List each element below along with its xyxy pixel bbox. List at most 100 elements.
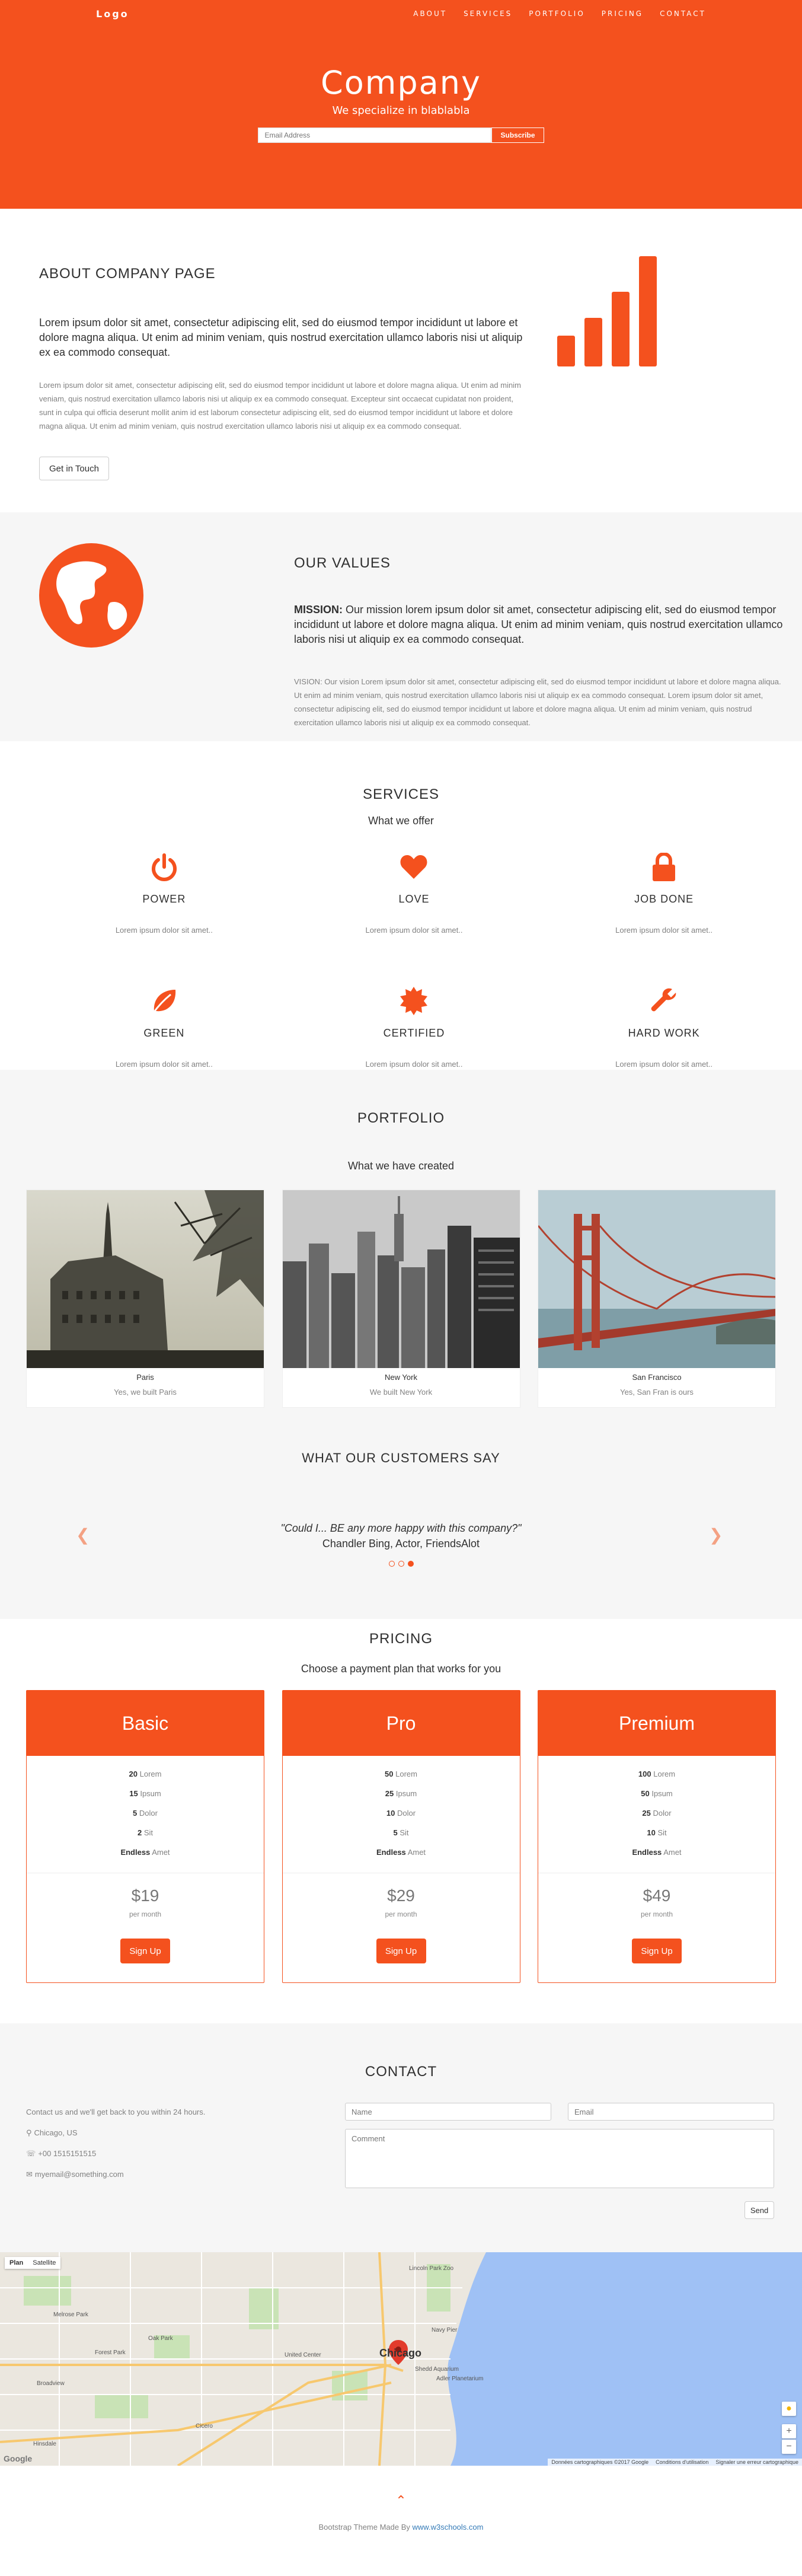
google-map[interactable]: Plan Satellite Chicago Lincoln Park Zoo … (0, 2252, 802, 2466)
plan-feature: Endless Amet (632, 1848, 682, 1857)
services-grid: POWER Lorem ipsum dolor sit amet.. LOVE … (39, 852, 789, 1069)
pricing-card-pro: Pro 50 Lorem 25 Ipsum 10 Dolor 5 Sit End… (282, 1690, 520, 1983)
get-in-touch-button[interactable]: Get in Touch (39, 457, 109, 480)
certificate-icon (400, 987, 428, 1015)
nav-link-pricing[interactable]: PRICING (602, 9, 643, 18)
carousel-indicators (0, 1561, 802, 1567)
map-terms-link[interactable]: Conditions d'utilisation (656, 2459, 708, 2465)
paris-image (27, 1190, 264, 1368)
plan-features: 20 Lorem 15 Ipsum 5 Dolor 2 Sit Endless … (27, 1756, 264, 1862)
map-tab-plan[interactable]: Plan (5, 2257, 28, 2269)
portfolio-item[interactable]: San Francisco Yes, San Fran is ours (538, 1190, 776, 1408)
hero: Company We specialize in blablabla Subsc… (0, 0, 802, 209)
logo-link[interactable]: Logo (96, 8, 129, 20)
contact-heading: CONTACT (365, 2064, 437, 2080)
pricing-subheading: Choose a payment plan that works for you (301, 1663, 501, 1675)
envelope-icon: ✉ (26, 2169, 33, 2179)
contact-intro: Contact us and we'll get back to you wit… (26, 2108, 206, 2116)
navbar: Logo ABOUT SERVICES PORTFOLIO PRICING CO… (0, 0, 802, 27)
carousel-dot-active[interactable] (407, 1561, 414, 1567)
leaf-icon (152, 990, 175, 1014)
contact-phone: ☏ +00 1515151515 (26, 2148, 97, 2159)
footer-link[interactable]: www.w3schools.com (413, 2523, 484, 2532)
send-button[interactable]: Send (745, 2201, 774, 2219)
vision-body: Our vision Lorem ipsum dolor sit amet, c… (294, 677, 781, 727)
pricing-section: PRICING Choose a payment plan that works… (0, 1619, 802, 2023)
portfolio-item[interactable]: Paris Yes, we built Paris (26, 1190, 264, 1408)
lock-icon (653, 853, 676, 881)
portfolio-item[interactable]: New York We built New York (282, 1190, 520, 1408)
service-desc: Lorem ipsum dolor sit amet.. (115, 1060, 213, 1069)
portfolio-section: PORTFOLIO What we have created Paris Yes… (0, 1070, 802, 1619)
services-heading: SERVICES (363, 786, 439, 802)
plan-feature: 25 Ipsum (385, 1789, 417, 1798)
service-desc: Lorem ipsum dolor sit amet.. (365, 1060, 463, 1069)
plan-feature: 20 Lorem (129, 1770, 162, 1778)
map-report-link[interactable]: Signaler une erreur cartographique (715, 2459, 798, 2465)
zoom-out-button[interactable]: − (782, 2440, 796, 2454)
carousel-dot[interactable] (398, 1561, 404, 1567)
subscribe-form: Subscribe (0, 127, 802, 143)
plan-feature: 15 Ipsum (129, 1789, 161, 1798)
about-section: ABOUT COMPANY PAGE Lorem ipsum dolor sit… (13, 209, 789, 512)
portfolio-subheading: What we have created (347, 1160, 455, 1172)
services-subheading: What we offer (368, 815, 434, 827)
map-place-label: Broadview (37, 2380, 65, 2387)
testimonial-heading: WHAT OUR CUSTOMERS SAY (302, 1450, 500, 1465)
portfolio-heading: PORTFOLIO (357, 1110, 445, 1126)
portfolio-title: San Francisco (632, 1373, 682, 1382)
service-title: LOVE (398, 893, 430, 905)
contact-email: ✉ myemail@something.com (26, 2169, 124, 2179)
hero-tagline: We specialize in blablabla (332, 104, 470, 117)
plan-feature: 50 Ipsum (641, 1789, 673, 1798)
name-input[interactable] (345, 2103, 551, 2121)
nav-link-portfolio[interactable]: PORTFOLIO (529, 9, 585, 18)
zoom-in-button[interactable]: + (782, 2424, 796, 2438)
service-title: GREEN (143, 1027, 185, 1039)
comment-textarea[interactable] (345, 2129, 774, 2188)
map-marker-icon: ⚲ (26, 2128, 32, 2137)
plan-period: per month (385, 1910, 417, 1918)
footer: ⌃ Bootstrap Theme Made By www.w3schools.… (0, 2466, 802, 2555)
nav-link-about[interactable]: ABOUT (413, 9, 447, 18)
map-place-label: Hinsdale (33, 2441, 56, 2447)
email-field[interactable] (568, 2103, 774, 2121)
map-tab-satellite[interactable]: Satellite (28, 2257, 60, 2269)
pricing-card-basic: Basic 20 Lorem 15 Ipsum 5 Dolor 2 Sit En… (26, 1690, 264, 1983)
pegman-icon[interactable]: ● (782, 2402, 796, 2416)
email-input[interactable] (258, 127, 492, 143)
vision-label: VISION: (294, 677, 322, 686)
map-place-label: Shedd Aquarium (415, 2366, 459, 2373)
contact-section: CONTACT Contact us and we'll get back to… (0, 2023, 802, 2252)
nav-link-services[interactable]: SERVICES (464, 9, 512, 18)
map-place-label: Adler Planetarium (436, 2376, 484, 2382)
carousel-dot[interactable] (388, 1561, 395, 1567)
service-title: CERTIFIED (383, 1027, 445, 1039)
plan-feature: Endless Amet (376, 1848, 426, 1857)
portfolio-desc: Yes, San Fran is ours (620, 1388, 694, 1397)
subscribe-button[interactable]: Subscribe (491, 127, 544, 143)
plan-price: $19 (131, 1886, 159, 1905)
plan-feature: 25 Dolor (642, 1809, 672, 1818)
testimonial-author: Chandler Bing, Actor, FriendsAlot (322, 1538, 480, 1550)
portfolio-title: New York (385, 1373, 417, 1382)
nav-link-contact[interactable]: CONTACT (660, 9, 706, 18)
map-place-label: Lincoln Park Zoo (409, 2265, 454, 2272)
plan-period: per month (640, 1910, 673, 1918)
service-desc: Lorem ipsum dolor sit amet.. (365, 926, 463, 935)
sign-up-button[interactable]: Sign Up (376, 1939, 426, 1963)
testimonial-quote: "Could I... BE any more happy with this … (280, 1522, 522, 1534)
service-card: CERTIFIED Lorem ipsum dolor sit amet.. (289, 986, 539, 1069)
chevron-up-icon[interactable]: ⌃ (0, 2493, 802, 2508)
wrench-icon (651, 988, 676, 1012)
plan-feature: 5 Sit (393, 1828, 409, 1837)
map-type-control: Plan Satellite (5, 2257, 61, 2269)
nav-links: ABOUT SERVICES PORTFOLIO PRICING CONTACT (413, 9, 706, 18)
service-title: HARD WORK (628, 1027, 700, 1039)
sign-up-button[interactable]: Sign Up (120, 1939, 170, 1963)
mission-body: Our mission lorem ipsum dolor sit amet, … (294, 604, 783, 645)
service-desc: Lorem ipsum dolor sit amet.. (615, 926, 713, 935)
sign-up-button[interactable]: Sign Up (632, 1939, 682, 1963)
carousel-next-icon[interactable]: ❯ (709, 1526, 723, 1544)
power-icon (151, 853, 177, 881)
